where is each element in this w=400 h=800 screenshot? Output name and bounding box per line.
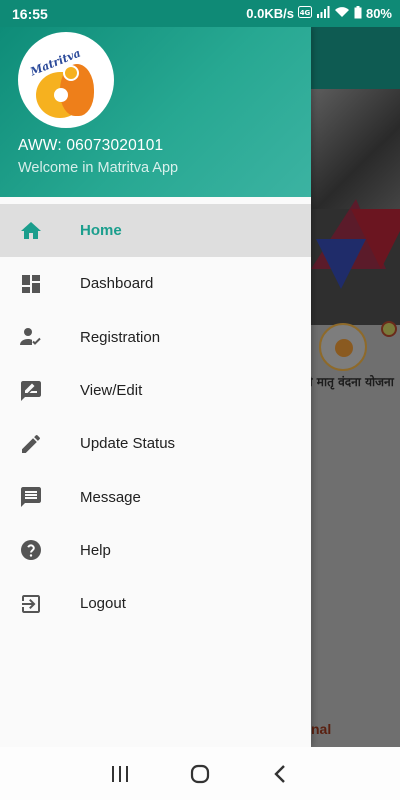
menu-item-label: Message: [80, 488, 141, 506]
banner-shape: [316, 239, 366, 289]
navigation-drawer: Matritva AWW: 06073020101 Welcome in Mat…: [0, 27, 311, 747]
menu-item-label: Registration: [80, 328, 161, 346]
menu-item-label: Logout: [80, 595, 126, 613]
menu-item-label: Help: [80, 541, 111, 559]
mother-child-icon: [36, 64, 94, 118]
signal-icon: [316, 6, 330, 21]
svg-text:4G: 4G: [300, 9, 311, 17]
menu-item-logout[interactable]: Logout: [0, 577, 311, 630]
background-app[interactable]: श्री मातृ वंदना योजना nal: [311, 27, 400, 747]
status-time: 16:55: [12, 5, 48, 22]
recent-apps-button[interactable]: [100, 754, 140, 794]
home-button[interactable]: [180, 754, 220, 794]
wifi-icon: [334, 6, 350, 21]
back-arrow-icon: [274, 764, 285, 783]
message-icon: [19, 485, 43, 509]
drawer-menu: Home Dashboard Registration View/Edit Up…: [0, 204, 311, 630]
menu-item-label: Dashboard: [80, 275, 154, 293]
volte-icon: 4G: [297, 6, 312, 21]
app-logo: Matritva: [18, 32, 114, 128]
logout-icon: [19, 592, 43, 616]
welcome-text: Welcome in Matritva App: [18, 160, 179, 176]
home-icon: [19, 219, 43, 243]
banner-photo: [311, 89, 400, 209]
status-indicators: 0.0KB/s 4G 80%: [246, 5, 392, 22]
government-seal-icon: [381, 321, 397, 337]
recent-apps-icon: [112, 765, 128, 782]
user-id: AWW: 06073020101: [18, 137, 164, 154]
menu-item-message[interactable]: Message: [0, 470, 311, 523]
pencil-icon: [19, 432, 43, 456]
background-toolbar: [311, 27, 400, 89]
scheme-logo-icon: [319, 323, 367, 371]
home-circle-icon: [190, 764, 210, 783]
menu-item-dashboard[interactable]: Dashboard: [0, 257, 311, 310]
status-bar: 16:55 0.0KB/s 4G 80%: [0, 0, 400, 27]
view-edit-icon: [19, 379, 43, 403]
menu-item-registration[interactable]: Registration: [0, 311, 311, 364]
dashboard-icon: [19, 272, 43, 296]
battery-icon: [354, 5, 362, 22]
menu-item-home[interactable]: Home: [0, 204, 311, 258]
battery-level: 80%: [365, 6, 392, 21]
menu-item-update-status[interactable]: Update Status: [0, 417, 311, 470]
system-nav-bar: [0, 747, 400, 800]
background-bottom-text: nal: [311, 721, 332, 737]
registration-icon: [19, 325, 43, 349]
background-banner: [311, 89, 400, 325]
back-button[interactable]: [260, 754, 300, 794]
help-icon: [19, 538, 43, 562]
drawer-header: Matritva AWW: 06073020101 Welcome in Mat…: [0, 27, 311, 197]
menu-item-label: Home: [80, 222, 122, 240]
scheme-name: श्री मातृ वंदना योजना: [311, 375, 394, 389]
menu-item-help[interactable]: Help: [0, 524, 311, 577]
menu-item-label: Update Status: [80, 435, 176, 453]
menu-item-label: View/Edit: [80, 382, 143, 400]
menu-item-view-edit[interactable]: View/Edit: [0, 364, 311, 417]
network-speed: 0.0KB/s: [246, 6, 294, 21]
